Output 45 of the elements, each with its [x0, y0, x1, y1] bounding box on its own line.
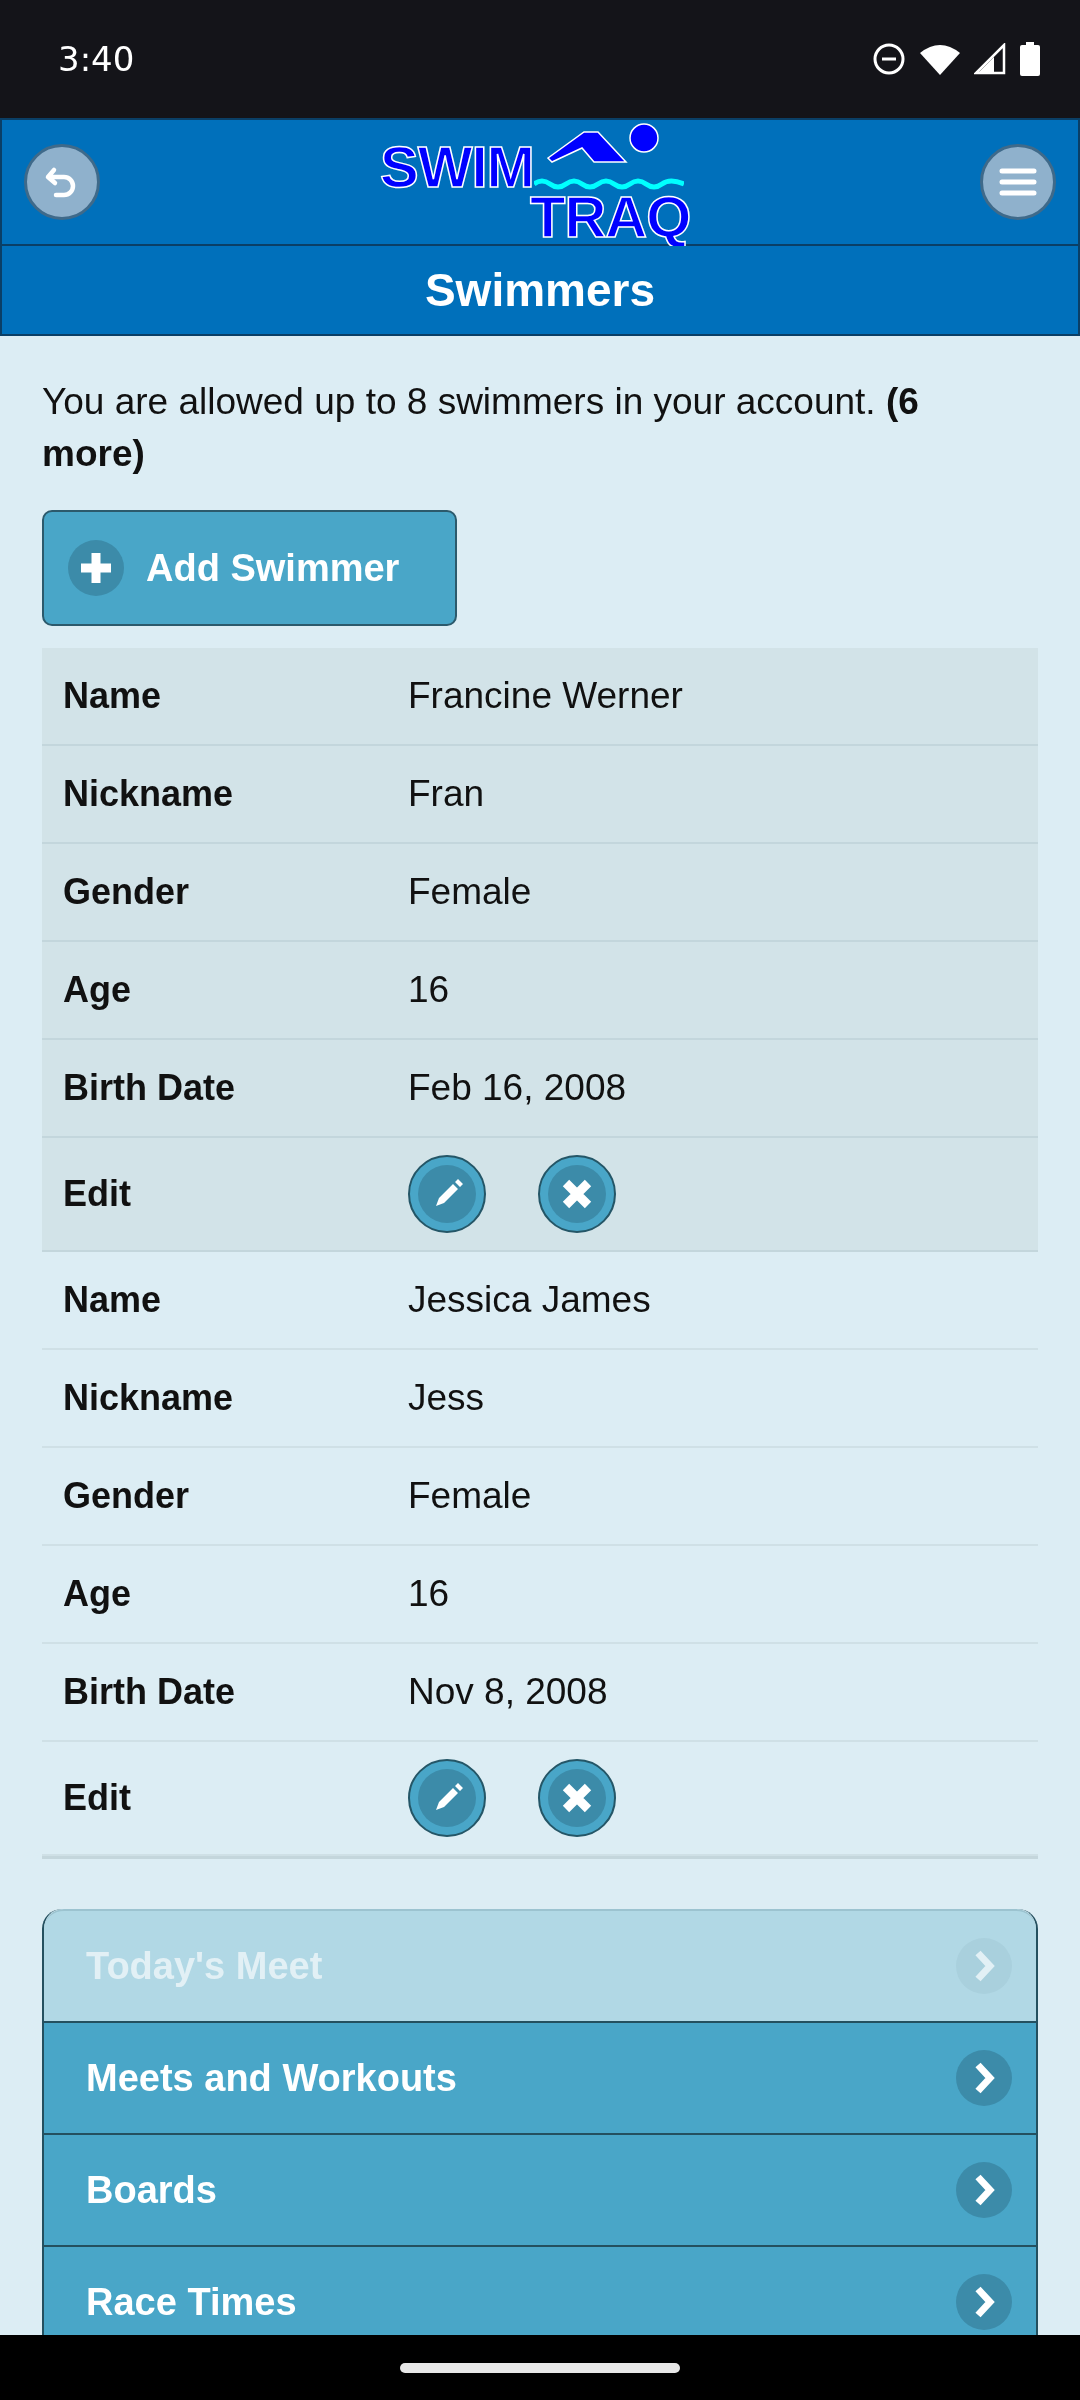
- field-value: Feb 16, 2008: [408, 1067, 627, 1109]
- menu-item[interactable]: Boards: [44, 2133, 1036, 2245]
- menu-item[interactable]: Meets and Workouts: [44, 2021, 1036, 2133]
- close-icon: [548, 1769, 606, 1827]
- field-label: Nickname: [62, 1377, 235, 1419]
- do-not-disturb-icon: [872, 42, 906, 76]
- pencil-icon: [418, 1165, 476, 1223]
- field-label: Age: [62, 1573, 132, 1615]
- battery-icon: [1020, 42, 1040, 76]
- page-title: Swimmers: [424, 263, 656, 317]
- field-value: Jess: [408, 1377, 485, 1419]
- field-value: Nov 8, 2008: [408, 1671, 608, 1713]
- field-value: Francine Werner: [408, 675, 683, 717]
- swimmer-icon: [533, 122, 684, 192]
- field-label: Gender: [62, 871, 191, 913]
- logo-text: SWIM: [380, 142, 534, 192]
- field-label: Edit: [62, 1173, 132, 1215]
- pencil-icon: [418, 1769, 476, 1827]
- field-label: Gender: [62, 1475, 191, 1517]
- chevron-icon: [956, 1938, 1012, 1994]
- signal-icon: [974, 43, 1006, 75]
- wifi-icon: [920, 43, 960, 75]
- close-icon: [548, 1165, 606, 1223]
- menu-item[interactable]: Race Times: [44, 2245, 1036, 2335]
- field-label: Age: [62, 969, 132, 1011]
- chevron-icon: [956, 2162, 1012, 2218]
- field-value: Female: [408, 871, 532, 913]
- field-value: Female: [408, 1475, 532, 1517]
- add-swimmer-button[interactable]: Add Swimmer: [42, 510, 457, 626]
- field-label: Birth Date: [62, 1671, 237, 1713]
- status-time: 3:40: [58, 39, 135, 79]
- field-value: Fran: [408, 773, 485, 815]
- field-label: Name: [62, 675, 163, 717]
- field-label: Name: [62, 1279, 163, 1321]
- field-value: 16: [408, 1573, 450, 1615]
- field-value: 16: [408, 969, 450, 1011]
- field-label: Birth Date: [62, 1067, 237, 1109]
- field-value: Jessica James: [408, 1279, 651, 1321]
- field-label: Nickname: [62, 773, 235, 815]
- plus-icon: [78, 550, 114, 586]
- chevron-icon: [956, 2050, 1012, 2106]
- chevron-icon: [956, 2274, 1012, 2330]
- menu-icon: [998, 167, 1038, 197]
- field-label: Edit: [62, 1777, 132, 1819]
- notice-text: You are allowed up to 8 swimmers in your account. (6 more): [42, 380, 920, 476]
